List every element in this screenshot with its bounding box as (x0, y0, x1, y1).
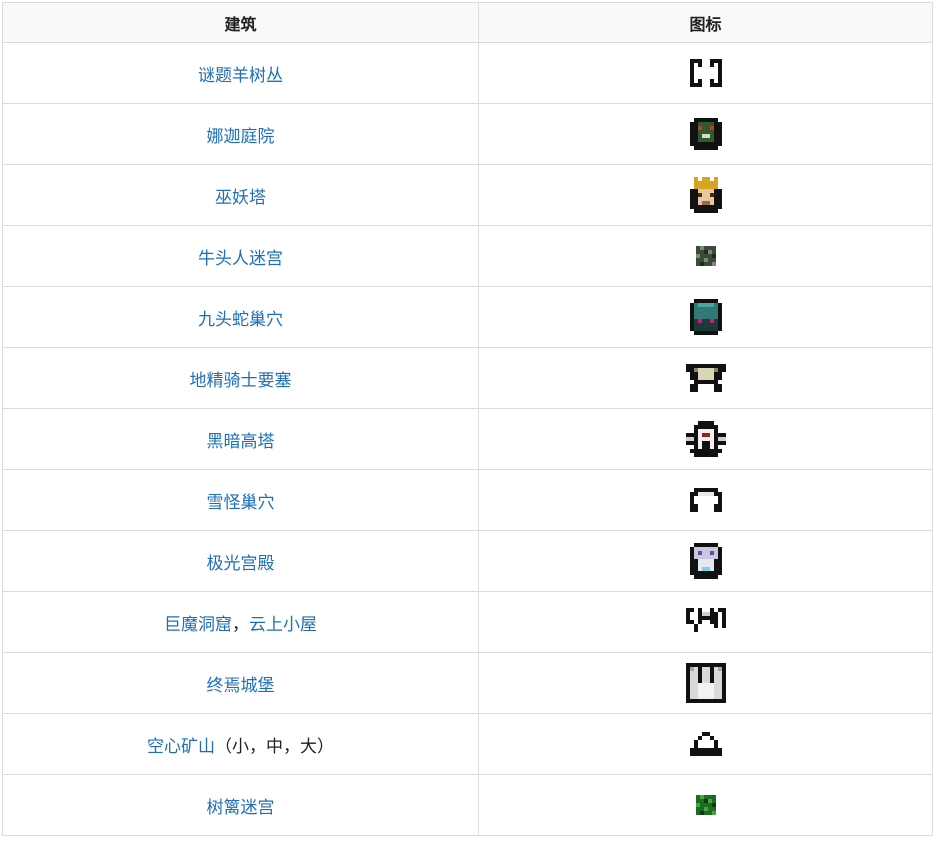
header-icon: 图标 (478, 2, 933, 43)
structure-icon-cell (478, 164, 933, 226)
structure-icon-cell (478, 408, 933, 470)
minotaur-labyrinth-icon (695, 246, 716, 266)
table-row: 极光宫殿 (2, 530, 933, 592)
structure-name-cell: 巨魔洞窟，云上小屋 (2, 591, 479, 653)
goblin-knight-stronghold-icon (685, 364, 726, 392)
table-row: 娜迦庭院 (2, 103, 933, 165)
lich-tower-icon (689, 177, 722, 213)
structure-name-cell: 巫妖塔 (2, 164, 479, 226)
structure-icon-cell (478, 347, 933, 409)
structure-name-suffix: （小，中，大） (215, 736, 334, 757)
table-body: 谜题羊树丛娜迦庭院巫妖塔牛头人迷宫九头蛇巢穴地精骑士要塞 黑暗高塔雪怪巢穴极光宫殿… (2, 42, 933, 836)
structure-icon-cell (478, 774, 933, 836)
aurora-palace-icon (689, 543, 722, 579)
hollow-hill-icon (689, 732, 722, 756)
table-row: 黑暗高塔 (2, 408, 933, 470)
structure-name-cell: 终焉城堡 (2, 652, 479, 714)
structure-icon-cell (478, 652, 933, 714)
hydra-lair-icon (689, 299, 722, 335)
structure-name-cell: 极光宫殿 (2, 530, 479, 592)
table-row: 牛头人迷宫 (2, 225, 933, 287)
structure-icon-cell (478, 103, 933, 165)
structure-link[interactable]: 雪怪巢穴 (207, 493, 275, 513)
table-row: 地精骑士要塞 (2, 347, 933, 409)
structure-icon-cell (478, 469, 933, 531)
naga-courtyard-icon (689, 118, 722, 150)
table-row: 巨魔洞窟，云上小屋 (2, 591, 933, 653)
structure-link[interactable]: 树篱迷宫 (207, 798, 275, 818)
structure-link[interactable]: 巨魔洞窟 (164, 615, 232, 635)
structure-icon-cell (478, 225, 933, 287)
table-row: 树篱迷宫 (2, 774, 933, 836)
structure-link[interactable]: 牛头人迷宫 (198, 249, 283, 269)
structure-icon-cell (478, 591, 933, 653)
structures-table: 建筑 图标 谜题羊树丛娜迦庭院巫妖塔牛头人迷宫九头蛇巢穴地精骑士要塞 黑暗高塔雪怪… (2, 2, 933, 836)
table-row: 终焉城堡 (2, 652, 933, 714)
structure-link[interactable]: 九头蛇巢穴 (198, 310, 283, 330)
table-row: 雪怪巢穴 (2, 469, 933, 531)
table-row: 空心矿山（小，中，大） (2, 713, 933, 775)
structure-name-cell: 雪怪巢穴 (2, 469, 479, 531)
structure-link[interactable]: 云上小屋 (249, 615, 317, 635)
structure-name-cell: 空心矿山（小，中，大） (2, 713, 479, 775)
structure-name-cell: 地精骑士要塞 (2, 347, 479, 409)
structure-icon-cell (478, 530, 933, 592)
structure-link[interactable]: 黑暗高塔 (207, 432, 275, 452)
structure-name-cell: 娜迦庭院 (2, 103, 479, 165)
structure-link[interactable]: 谜题羊树丛 (198, 66, 283, 86)
final-castle-icon (685, 663, 726, 703)
structure-icon-cell (478, 42, 933, 104)
table-row: 巫妖塔 (2, 164, 933, 226)
structure-link[interactable]: 地精骑士要塞 (190, 371, 292, 391)
troll-cave-icon (685, 608, 726, 636)
structure-icon-cell (478, 286, 933, 348)
structure-link[interactable]: 空心矿山 (147, 737, 215, 757)
structure-name-cell: 树篱迷宫 (2, 774, 479, 836)
structure-name-cell: 九头蛇巢穴 (2, 286, 479, 348)
structure-name-cell: 黑暗高塔 (2, 408, 479, 470)
header-structure: 建筑 (2, 2, 479, 43)
structure-link[interactable]: 终焉城堡 (207, 676, 275, 696)
structure-name-suffix: ， (232, 614, 249, 635)
structure-link[interactable]: 巫妖塔 (215, 188, 266, 208)
structure-name-cell: 牛头人迷宫 (2, 225, 479, 287)
table-row: 九头蛇巢穴 (2, 286, 933, 348)
table-header-row: 建筑 图标 (2, 2, 933, 43)
hedge-maze-icon (689, 59, 722, 87)
structure-icon-cell (478, 713, 933, 775)
table-row: 谜题羊树丛 (2, 42, 933, 104)
structure-link[interactable]: 娜迦庭院 (207, 127, 275, 147)
structure-link[interactable]: 极光宫殿 (207, 554, 275, 574)
dark-tower-icon (685, 421, 726, 457)
yeti-lair-icon (689, 488, 722, 512)
hedge-maze-small-icon (695, 795, 716, 815)
structure-name-cell: 谜题羊树丛 (2, 42, 479, 104)
